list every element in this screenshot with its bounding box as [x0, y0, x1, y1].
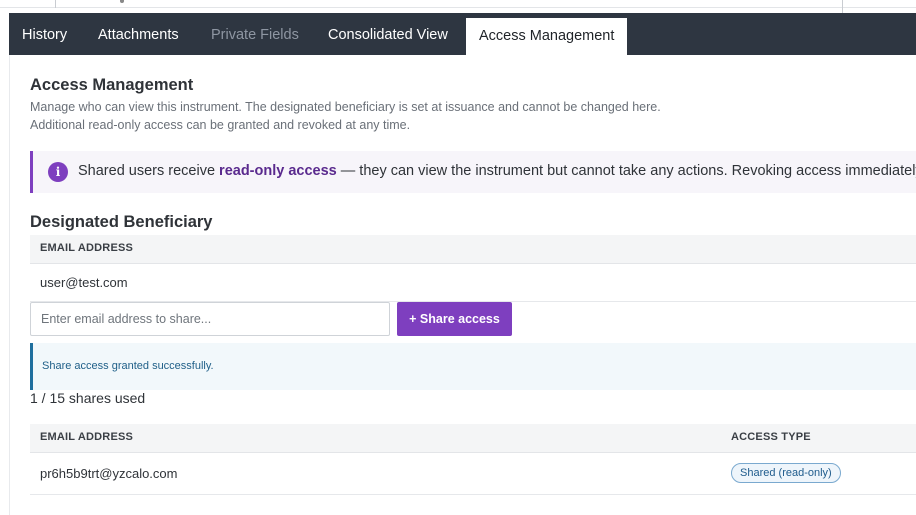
- divider: [120, 0, 124, 3]
- tab-bar: History Attachments Private Fields Conso…: [9, 13, 916, 55]
- tab-history[interactable]: History: [22, 13, 67, 55]
- tab-consolidated-view[interactable]: Consolidated View: [328, 13, 448, 55]
- divider: [55, 0, 56, 8]
- tab-access-management[interactable]: Access Management: [466, 18, 628, 55]
- page-description: Manage who can view this instrument. The…: [30, 100, 661, 114]
- alert-message: Share access granted successfully.: [42, 360, 214, 372]
- column-header-access-type: ACCESS TYPE: [731, 431, 811, 443]
- divider: [0, 7, 916, 8]
- beneficiary-title: Designated Beneficiary: [30, 213, 213, 231]
- tab-attachments[interactable]: Attachments: [98, 13, 179, 55]
- table-row: user@test.com: [30, 264, 916, 302]
- divider: [842, 0, 843, 13]
- share-email-input[interactable]: [30, 302, 390, 336]
- column-header-email: EMAIL ADDRESS: [40, 242, 134, 254]
- tab-private-fields: Private Fields: [211, 27, 299, 43]
- top-remnant: [0, 0, 916, 13]
- access-type-badge: Shared (read-only): [731, 463, 841, 483]
- beneficiary-table-header: EMAIL ADDRESS: [30, 235, 916, 264]
- page-description: Additional read-only access can be grant…: [30, 118, 411, 132]
- callout-message: Shared users receive read-only access — …: [78, 163, 916, 179]
- divider: [9, 55, 10, 515]
- shares-table-header: EMAIL ADDRESS ACCESS TYPE: [30, 424, 916, 453]
- info-icon: i: [48, 162, 68, 182]
- beneficiary-email: user@test.com: [40, 275, 128, 290]
- shares-used-count: 1 / 15 shares used: [30, 390, 146, 406]
- info-callout: i Shared users receive read-only access …: [30, 151, 916, 193]
- callout-emphasis: read-only access: [219, 163, 337, 179]
- column-header-email: EMAIL ADDRESS: [40, 431, 134, 443]
- shared-user-email: pr6h5b9trt@yzcalo.com: [40, 466, 178, 481]
- share-access-button[interactable]: + Share access: [397, 302, 512, 336]
- page-title: Access Management: [30, 76, 194, 94]
- success-alert: Share access granted successfully.: [30, 343, 916, 390]
